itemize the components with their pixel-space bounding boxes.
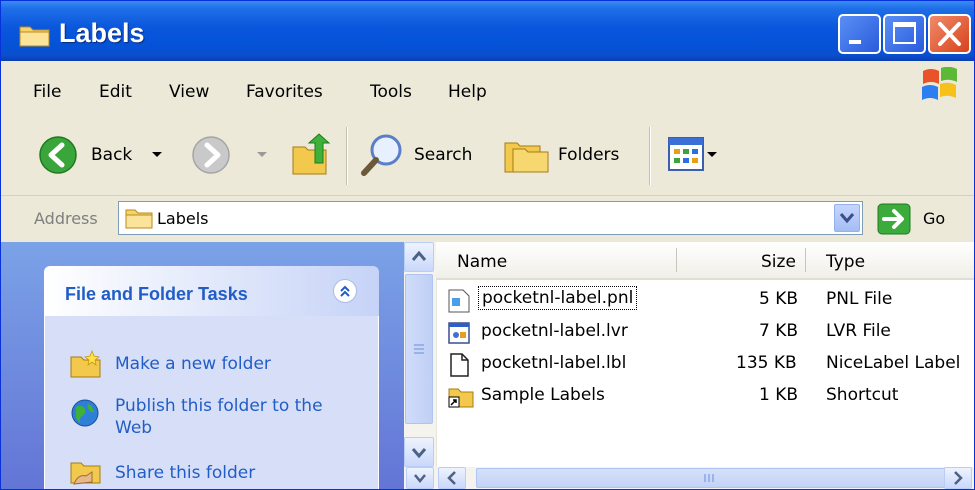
column-divider[interactable]	[676, 248, 677, 272]
new-folder-icon	[70, 350, 101, 378]
toolbar: Back Search Folders	[1, 117, 974, 196]
scroll-right-button[interactable]	[944, 467, 972, 489]
file-type: NiceLabel Label	[826, 353, 961, 373]
window-title: Labels	[59, 18, 145, 48]
search-icon[interactable]	[359, 131, 407, 179]
file-name[interactable]: pocketnl-label.lbl	[481, 353, 626, 373]
collapse-button[interactable]	[333, 279, 357, 303]
up-folder-icon[interactable]	[291, 133, 333, 177]
folders-button[interactable]: Folders	[558, 145, 619, 165]
column-divider[interactable]	[805, 248, 806, 272]
task-panel-header[interactable]: File and Folder Tasks	[44, 266, 379, 316]
menu-edit[interactable]: Edit	[99, 82, 132, 102]
minimize-icon	[849, 40, 861, 44]
grip-icon	[414, 344, 424, 354]
views-dropdown-icon[interactable]	[706, 151, 718, 159]
pnl-file-icon	[448, 289, 470, 313]
file-row[interactable]: pocketnl-label.pnl 5 KB PNL File	[436, 284, 974, 316]
close-button[interactable]	[928, 14, 971, 54]
file-size: 1 KB	[759, 385, 799, 405]
column-name[interactable]: Name	[457, 252, 507, 272]
explorer-window: Labels File Edit View Favorites Tools He…	[0, 0, 975, 490]
menu-view[interactable]: View	[169, 82, 209, 102]
maximize-button[interactable]	[883, 14, 926, 54]
menu-favorites[interactable]: Favorites	[246, 82, 323, 102]
back-button[interactable]: Back	[91, 145, 132, 165]
chevron-left-icon	[447, 471, 456, 485]
chevron-down-icon	[411, 448, 427, 459]
chevron-up-icon	[411, 250, 427, 261]
toolbar-separator	[649, 127, 651, 185]
make-new-folder-link[interactable]: Make a new folder	[115, 353, 271, 375]
task-panel-title: File and Folder Tasks	[65, 284, 248, 304]
address-field[interactable]: Labels	[118, 201, 863, 235]
minimize-button[interactable]	[838, 14, 881, 54]
address-bar: Address Labels Go	[1, 196, 974, 242]
chevron-right-icon	[954, 471, 963, 485]
address-label: Address	[34, 209, 98, 228]
publish-folder-web-link[interactable]: Publish this folder to the Web	[115, 395, 355, 439]
lvr-file-icon	[448, 322, 470, 344]
back-arrow-icon[interactable]	[38, 135, 78, 175]
toolbar-separator	[346, 127, 348, 185]
menu-file[interactable]: File	[33, 82, 61, 102]
back-dropdown-icon[interactable]	[151, 151, 163, 159]
shortcut-folder-icon	[448, 388, 474, 408]
file-folder-tasks-panel: File and Folder Tasks Make a new folder	[44, 266, 379, 489]
go-arrow-icon[interactable]	[877, 203, 911, 235]
menu-tools[interactable]: Tools	[370, 82, 412, 102]
share-folder-icon	[70, 462, 101, 485]
forward-dropdown-icon[interactable]	[256, 151, 268, 159]
scroll-up-button[interactable]	[404, 242, 434, 272]
folders-icon[interactable]	[503, 135, 551, 175]
vertical-scroll-thumb[interactable]	[405, 274, 433, 424]
share-folder-link[interactable]: Share this folder	[115, 462, 255, 484]
file-type: Shortcut	[826, 385, 899, 405]
file-name[interactable]: pocketnl-label.pnl	[478, 286, 638, 310]
file-name[interactable]: pocketnl-label.lvr	[481, 321, 628, 341]
search-button[interactable]: Search	[414, 145, 472, 165]
chevron-down-icon	[414, 474, 426, 483]
menu-help[interactable]: Help	[448, 82, 487, 102]
scroll-down-button[interactable]	[404, 437, 434, 467]
maximize-icon	[893, 22, 916, 44]
windows-logo-icon	[922, 67, 957, 100]
forward-arrow-icon[interactable]	[191, 135, 231, 175]
column-size[interactable]: Size	[761, 252, 796, 272]
chevron-down-icon	[839, 213, 855, 224]
column-type[interactable]: Type	[826, 252, 865, 272]
vertical-scrollbar[interactable]	[404, 242, 437, 467]
file-size: 5 KB	[759, 289, 799, 309]
scroll-corner-down-button[interactable]	[406, 467, 434, 489]
task-panel-body: Make a new folder Publish this folder to…	[44, 316, 379, 489]
blank-file-icon	[450, 353, 469, 377]
grip-icon	[704, 474, 714, 482]
file-size: 135 KB	[736, 353, 797, 373]
file-row[interactable]: Sample Labels 1 KB Shortcut	[436, 380, 974, 412]
views-icon[interactable]	[668, 137, 704, 171]
address-value: Labels	[157, 209, 209, 228]
file-row[interactable]: pocketnl-label.lbl 135 KB NiceLabel Labe…	[436, 348, 974, 380]
globe-icon	[71, 399, 99, 427]
address-dropdown-button[interactable]	[834, 204, 860, 232]
file-type: PNL File	[826, 289, 893, 309]
task-pane: File and Folder Tasks Make a new folder	[1, 242, 404, 489]
file-type: LVR File	[826, 321, 891, 341]
go-button[interactable]: Go	[923, 209, 945, 228]
file-size: 7 KB	[759, 321, 799, 341]
file-name[interactable]: Sample Labels	[481, 385, 605, 405]
double-chevron-up-icon	[340, 285, 350, 297]
file-list: Name Size Type pocketnl-label.pnl 5 KB P…	[404, 242, 974, 489]
folder-icon	[125, 209, 153, 229]
horizontal-scroll-thumb[interactable]	[476, 468, 946, 488]
file-row[interactable]: pocketnl-label.lvr 7 KB LVR File	[436, 316, 974, 348]
title-bar[interactable]: Labels	[1, 1, 974, 61]
column-header: Name Size Type	[436, 242, 974, 280]
folder-icon	[19, 26, 50, 47]
scroll-left-button[interactable]	[438, 467, 466, 489]
close-icon	[938, 22, 961, 46]
menu-bar: File Edit View Favorites Tools Help	[1, 61, 974, 118]
horizontal-scrollbar[interactable]	[404, 467, 974, 489]
